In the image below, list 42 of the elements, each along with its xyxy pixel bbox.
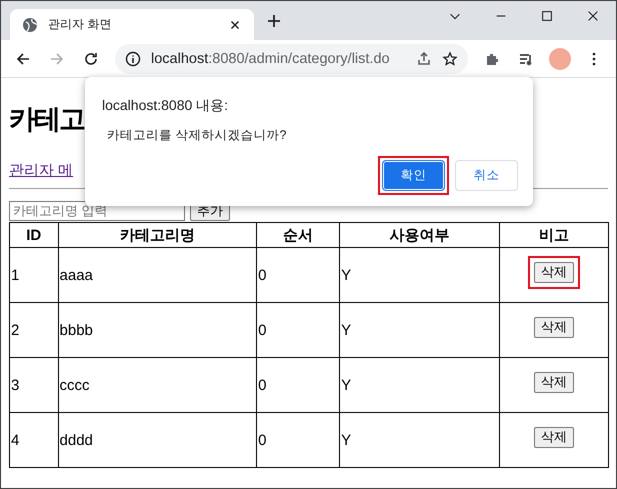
column-header: 순서 [256, 222, 340, 248]
table-cell: cccc [58, 358, 257, 412]
table-cell: 2 [10, 302, 58, 358]
table-cell: Y [340, 302, 500, 358]
column-header: 비고 [499, 222, 608, 248]
address-bar[interactable]: localhost:8080/admin/category/list.do [115, 44, 468, 74]
admin-main-link[interactable]: 관리자 메 [9, 161, 74, 180]
dialog-title: localhost:8080 내용: [102, 97, 230, 115]
column-header: 사용여부 [340, 222, 500, 248]
url-text: localhost:8080/admin/category/list.do [151, 50, 391, 66]
table-cell: 3 [10, 358, 58, 412]
table-cell: Y [340, 248, 500, 302]
reload-icon[interactable] [83, 50, 99, 66]
star-icon[interactable] [442, 50, 458, 66]
table-cell: Y [340, 412, 500, 468]
table-cell: 0 [256, 248, 340, 302]
page-heading: 카테고 [9, 103, 84, 136]
delete-button[interactable]: 삭제 [534, 372, 574, 392]
share-icon[interactable] [416, 50, 432, 66]
confirm-button[interactable]: 확인 [382, 160, 445, 191]
close-icon[interactable] [586, 9, 600, 23]
maximize-icon[interactable] [540, 9, 554, 23]
delete-button[interactable]: 삭제 [534, 316, 574, 338]
table-cell: 0 [256, 302, 340, 358]
dialog-message: 카테고리를 삭제하시겠습니까? [107, 127, 288, 144]
browser-tab[interactable]: 관리자 화면 [10, 9, 254, 40]
delete-button[interactable]: 삭제 [534, 262, 574, 282]
column-header: ID [10, 222, 58, 248]
info-icon [125, 50, 141, 66]
table-cell: aaaa [58, 248, 257, 302]
back-icon[interactable] [15, 50, 31, 66]
table-cell: 0 [256, 358, 340, 412]
table-cell: 1 [10, 248, 58, 302]
table-cell: dddd [58, 412, 257, 468]
table-cell: 0 [256, 412, 340, 468]
table-cell: 4 [10, 412, 58, 468]
table-cell: Y [340, 358, 500, 412]
delete-button[interactable]: 삭제 [534, 426, 574, 448]
column-header: 카테고리명 [58, 222, 257, 248]
cancel-button[interactable]: 취소 [455, 160, 518, 191]
plus-icon[interactable] [266, 13, 282, 29]
table-cell: bbbb [58, 302, 257, 358]
